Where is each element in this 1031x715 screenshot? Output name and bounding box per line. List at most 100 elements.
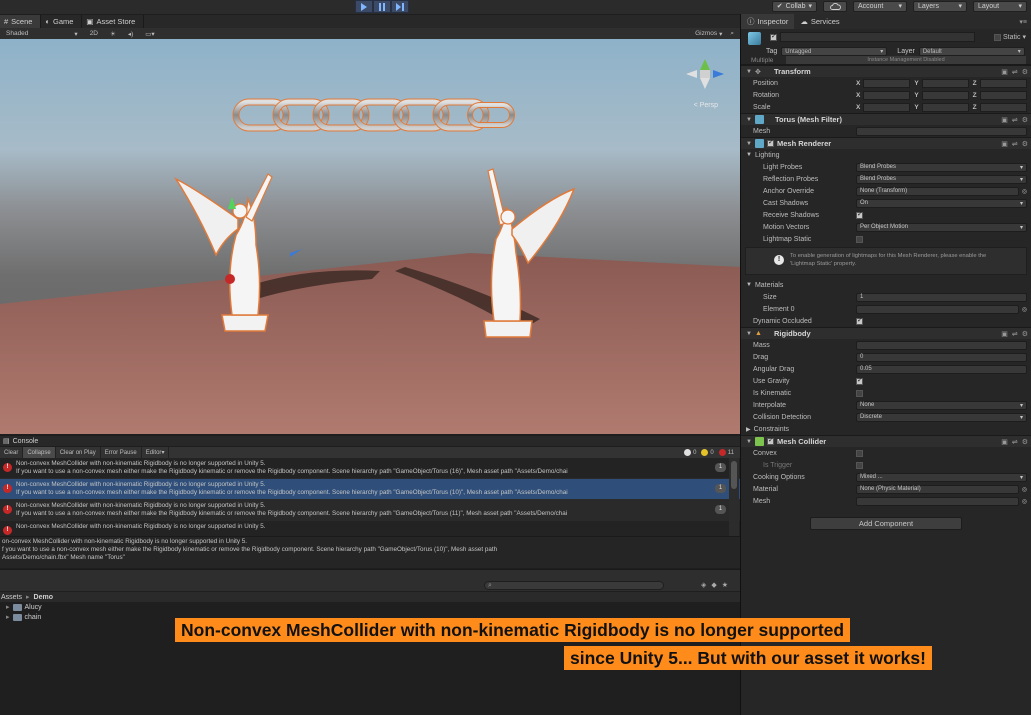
drag-field[interactable]: 0 xyxy=(856,352,1027,362)
book-icon[interactable]: ▣ xyxy=(1001,116,1008,124)
mesh-renderer-enabled-checkbox[interactable] xyxy=(767,138,774,147)
account-dropdown[interactable]: Account ▾ xyxy=(853,1,907,12)
mesh-collider-header[interactable]: ▼ Mesh Collider ▣ ⇌ ⚙ xyxy=(741,435,1031,447)
receive-shadows-checkbox[interactable] xyxy=(856,210,863,219)
add-component-button[interactable]: Add Component xyxy=(810,517,962,530)
collab-dropdown[interactable]: ✔ Collab ▾ xyxy=(771,1,817,12)
size-field[interactable]: 1 xyxy=(856,292,1027,302)
breadcrumb-assets[interactable]: Assets xyxy=(1,594,22,601)
gear-icon[interactable]: ⚙ xyxy=(1022,68,1028,76)
gear-icon[interactable]: ⚙ xyxy=(1022,330,1028,338)
tab-game[interactable]: ◐ Game xyxy=(41,15,83,28)
console-scrollbar[interactable] xyxy=(729,458,739,536)
layout-dropdown[interactable]: Layout ▾ xyxy=(973,1,1027,12)
mass-field[interactable] xyxy=(856,340,1027,350)
log-entry[interactable]: ! Non-convex MeshCollider with non-kinem… xyxy=(0,458,740,479)
position-y-field[interactable] xyxy=(921,78,969,88)
scrollbar-thumb[interactable] xyxy=(731,461,737,489)
collider-mesh-field[interactable] xyxy=(856,496,1019,506)
mesh-collider-enabled-checkbox[interactable] xyxy=(767,436,774,445)
perspective-label[interactable]: < Persp xyxy=(694,102,718,109)
star-icon[interactable]: ★ xyxy=(722,581,728,589)
console-editor-dropdown[interactable]: Editor ▾ xyxy=(142,447,170,458)
book-icon[interactable]: ▣ xyxy=(1001,140,1008,148)
lightmap-static-checkbox[interactable] xyxy=(856,235,863,243)
layer-dropdown[interactable]: Default ▾ xyxy=(918,47,1025,56)
preset-icon[interactable]: ⇌ xyxy=(1012,330,1018,338)
preset-icon[interactable]: ⇌ xyxy=(1012,68,1018,76)
effects-dropdown[interactable]: ▭▾ xyxy=(139,30,160,38)
target-icon[interactable]: ◎ xyxy=(1022,486,1027,493)
anchor-override-field[interactable]: None (Transform) xyxy=(856,186,1019,196)
tag-dropdown[interactable]: Untagged ▾ xyxy=(781,47,888,56)
rotation-y-field[interactable] xyxy=(921,90,969,100)
label-icon[interactable]: ◆ xyxy=(711,581,716,589)
scale-y-field[interactable] xyxy=(921,102,969,112)
book-icon[interactable]: ▣ xyxy=(1001,330,1008,338)
is-kinematic-checkbox[interactable] xyxy=(856,389,863,397)
layers-dropdown[interactable]: Layers ▾ xyxy=(913,1,967,12)
position-x-field[interactable] xyxy=(863,78,911,88)
interpolate-dropdown[interactable]: None ▾ xyxy=(856,400,1027,410)
angular-drag-field[interactable]: 0.05 xyxy=(856,364,1027,374)
preset-icon[interactable]: ⇌ xyxy=(1012,140,1018,148)
book-icon[interactable]: ▣ xyxy=(1001,438,1008,446)
object-name-field[interactable] xyxy=(780,32,975,42)
scale-x-field[interactable] xyxy=(863,102,911,112)
tab-scene[interactable]: # Scene xyxy=(0,15,42,28)
static-checkbox[interactable] xyxy=(993,33,1001,41)
convex-checkbox[interactable] xyxy=(856,449,863,457)
light-probes-dropdown[interactable]: Blend Probes ▾ xyxy=(856,162,1027,172)
shading-mode-dropdown[interactable]: Shaded ▾ xyxy=(0,30,84,38)
target-icon[interactable]: ◎ xyxy=(1022,306,1027,313)
active-checkbox[interactable] xyxy=(770,32,777,41)
audio-toggle[interactable]: ◂) xyxy=(122,30,139,38)
mesh-filter-header[interactable]: ▼ Torus (Mesh Filter) ▣ ⇌ ⚙ xyxy=(741,113,1031,125)
scene-viewport[interactable]: < Persp xyxy=(0,39,740,434)
panel-menu-icon[interactable]: ▾≡ xyxy=(1019,18,1031,26)
console-tab[interactable]: ▤ Console xyxy=(0,436,740,446)
console-error-pause-toggle[interactable]: Error Pause xyxy=(101,447,142,458)
info-counter[interactable]: 0 xyxy=(684,449,696,456)
filter-type-icon[interactable]: ◈ xyxy=(701,581,706,589)
rigidbody-header[interactable]: ▼ ▲ Rigidbody ▣ ⇌ ⚙ xyxy=(741,327,1031,339)
cast-shadows-dropdown[interactable]: On ▾ xyxy=(856,198,1027,208)
materials-foldout[interactable]: ▼ Materials xyxy=(741,279,1031,291)
book-icon[interactable]: ▣ xyxy=(1001,68,1008,76)
material-field[interactable]: None (Physic Material) xyxy=(856,484,1019,494)
collision-detection-dropdown[interactable]: Discrete ▾ xyxy=(856,412,1027,422)
target-icon[interactable]: ◎ xyxy=(1022,188,1027,195)
gear-icon[interactable]: ⚙ xyxy=(1022,140,1028,148)
console-log-list[interactable]: ! Non-convex MeshCollider with non-kinem… xyxy=(0,458,740,536)
error-counter[interactable]: 11 xyxy=(718,449,734,456)
gear-icon[interactable]: ⚙ xyxy=(1022,438,1028,446)
mesh-renderer-header[interactable]: ▼ Mesh Renderer ▣ ⇌ ⚙ xyxy=(741,137,1031,149)
constraints-foldout[interactable]: ▶ Constraints xyxy=(741,423,1031,435)
target-icon[interactable]: ◎ xyxy=(1022,498,1027,505)
gear-icon[interactable]: ⚙ xyxy=(1022,116,1028,124)
list-item[interactable]: ▸ Alucy xyxy=(0,602,740,612)
cloud-button[interactable] xyxy=(823,1,847,12)
console-clear-on-play-toggle[interactable]: Clear on Play xyxy=(56,447,101,458)
rotation-z-field[interactable] xyxy=(979,90,1027,100)
static-toggle[interactable]: Static ▾ xyxy=(993,33,1026,41)
orientation-gizmo[interactable] xyxy=(686,59,724,89)
lighting-toggle[interactable]: ☀ xyxy=(104,30,122,38)
tab-asset-store[interactable]: ▣ Asset Store xyxy=(82,15,145,28)
position-z-field[interactable] xyxy=(979,78,1027,88)
is-trigger-checkbox[interactable] xyxy=(856,461,863,469)
log-entry[interactable]: ! Non-convex MeshCollider with non-kinem… xyxy=(0,500,740,521)
pause-button[interactable] xyxy=(373,0,391,13)
use-gravity-checkbox[interactable] xyxy=(856,376,863,385)
rotation-x-field[interactable] xyxy=(863,90,911,100)
preset-icon[interactable]: ⇌ xyxy=(1012,116,1018,124)
tab-inspector[interactable]: ⓘ Inspector xyxy=(741,14,795,29)
element0-field[interactable] xyxy=(856,304,1019,314)
motion-vectors-dropdown[interactable]: Per Object Motion ▾ xyxy=(856,222,1027,232)
console-clear-button[interactable]: Clear xyxy=(0,447,24,458)
breadcrumb-demo[interactable]: Demo xyxy=(34,594,53,601)
project-search-input[interactable]: ⌕ xyxy=(484,581,664,590)
gizmos-dropdown[interactable]: Gizmos ▾ ⌕ xyxy=(689,30,740,38)
scale-z-field[interactable] xyxy=(979,102,1027,112)
cooking-options-dropdown[interactable]: Mixed ... ▾ xyxy=(856,472,1027,482)
